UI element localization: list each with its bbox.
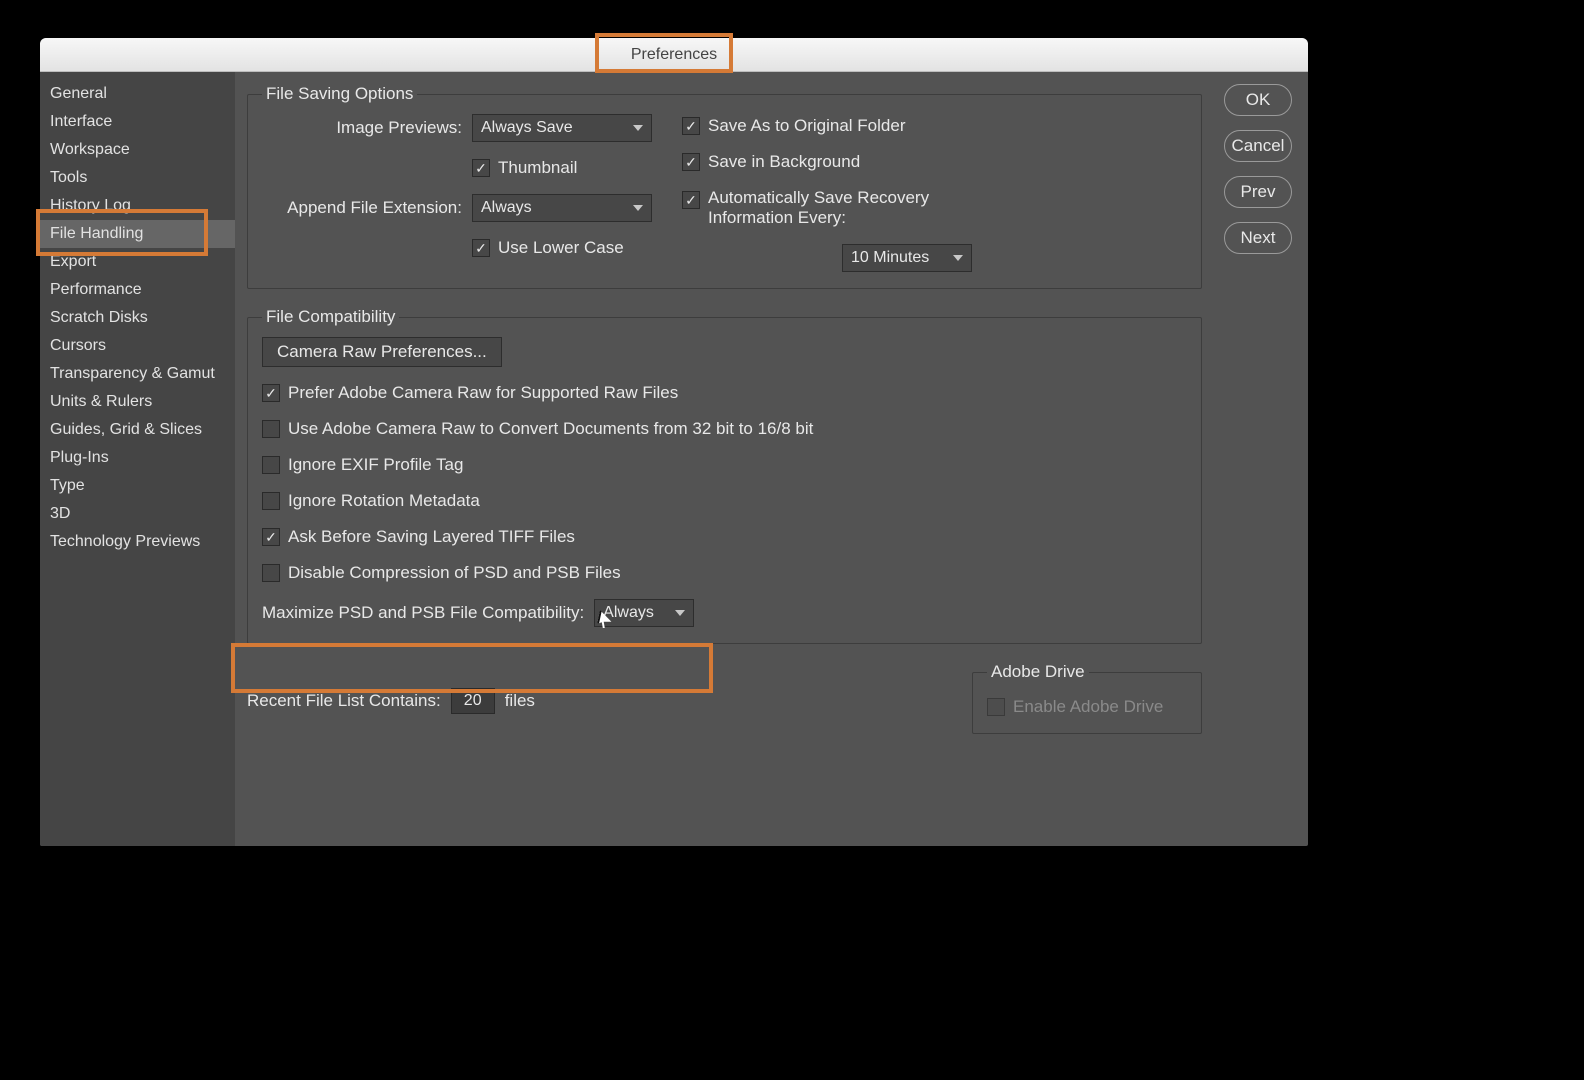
label-ignore-rotation: Ignore Rotation Metadata [288, 491, 480, 511]
cancel-button[interactable]: Cancel [1224, 130, 1292, 162]
camera-raw-prefs-button[interactable]: Camera Raw Preferences... [262, 337, 502, 367]
label-recent-files-suffix: files [505, 691, 535, 711]
check-icon [262, 456, 280, 474]
group-file-compatibility: File Compatibility Camera Raw Preference… [247, 307, 1202, 644]
group-file-saving: File Saving Options Image Previews: Alwa… [247, 84, 1202, 289]
check-icon [262, 528, 280, 546]
checkbox-enable-adobe-drive: Enable Adobe Drive [987, 697, 1163, 717]
check-icon [472, 239, 490, 257]
label-prefer-acr: Prefer Adobe Camera Raw for Supported Ra… [288, 383, 678, 403]
label-thumbnail: Thumbnail [498, 158, 577, 178]
sidebar-item-tools[interactable]: Tools [40, 164, 235, 192]
select-auto-save-interval[interactable]: 10 Minutes [842, 244, 972, 272]
sidebar-item-general[interactable]: General [40, 80, 235, 108]
checkbox-prefer-acr[interactable]: Prefer Adobe Camera Raw for Supported Ra… [262, 383, 1187, 403]
check-icon [682, 191, 700, 209]
sidebar-item-plugins[interactable]: Plug-Ins [40, 444, 235, 472]
sidebar-item-performance[interactable]: Performance [40, 276, 235, 304]
label-ask-tiff: Ask Before Saving Layered TIFF Files [288, 527, 575, 547]
sidebar-item-transparency[interactable]: Transparency & Gamut [40, 360, 235, 388]
legend-file-saving: File Saving Options [262, 84, 417, 104]
sidebar-item-history-log[interactable]: History Log [40, 192, 235, 220]
label-use-acr-32bit: Use Adobe Camera Raw to Convert Document… [288, 419, 813, 439]
checkbox-save-as-original[interactable]: Save As to Original Folder [682, 116, 1187, 136]
check-icon [262, 492, 280, 510]
sidebar-item-scratch-disks[interactable]: Scratch Disks [40, 304, 235, 332]
sidebar-item-export[interactable]: Export [40, 248, 235, 276]
checkbox-auto-save[interactable]: Automatically Save Recovery Information … [682, 188, 1187, 228]
label-ignore-exif: Ignore EXIF Profile Tag [288, 455, 463, 475]
label-image-previews: Image Previews: [262, 118, 462, 138]
sidebar-item-units-rulers[interactable]: Units & Rulers [40, 388, 235, 416]
check-icon [682, 117, 700, 135]
checkbox-disable-compression[interactable]: Disable Compression of PSD and PSB Files [262, 563, 1187, 583]
checkbox-ignore-rotation[interactable]: Ignore Rotation Metadata [262, 491, 1187, 511]
sidebar-item-workspace[interactable]: Workspace [40, 136, 235, 164]
label-save-as-original: Save As to Original Folder [708, 116, 905, 136]
label-use-lower-case: Use Lower Case [498, 238, 624, 258]
group-adobe-drive: Adobe Drive Enable Adobe Drive [972, 662, 1202, 734]
label-save-background: Save in Background [708, 152, 860, 172]
main-panel: File Saving Options Image Previews: Alwa… [235, 72, 1208, 846]
sidebar-item-file-handling[interactable]: File Handling [40, 220, 235, 248]
window-title: Preferences [631, 46, 717, 63]
ok-button[interactable]: OK [1224, 84, 1292, 116]
label-auto-save: Automatically Save Recovery Information … [708, 188, 968, 228]
sidebar-item-3d[interactable]: 3D [40, 500, 235, 528]
select-image-previews[interactable]: Always Save [472, 114, 652, 142]
checkbox-save-background[interactable]: Save in Background [682, 152, 1187, 172]
checkbox-ask-tiff[interactable]: Ask Before Saving Layered TIFF Files [262, 527, 1187, 547]
label-disable-compression: Disable Compression of PSD and PSB Files [288, 563, 621, 583]
select-maximize-compat[interactable]: Always [594, 599, 694, 627]
check-icon [987, 698, 1005, 716]
check-icon [262, 564, 280, 582]
checkbox-use-lower-case[interactable]: Use Lower Case [472, 238, 624, 258]
check-icon [262, 420, 280, 438]
sidebar-item-interface[interactable]: Interface [40, 108, 235, 136]
sidebar-item-cursors[interactable]: Cursors [40, 332, 235, 360]
sidebar-item-tech-previews[interactable]: Technology Previews [40, 528, 235, 556]
action-buttons: OK Cancel Prev Next [1208, 72, 1308, 846]
input-recent-files-count[interactable] [451, 688, 495, 714]
label-recent-files: Recent File List Contains: [247, 691, 441, 711]
prev-button[interactable]: Prev [1224, 176, 1292, 208]
label-maximize-compat: Maximize PSD and PSB File Compatibility: [262, 603, 584, 623]
preferences-window: Preferences General Interface Workspace … [40, 38, 1308, 846]
checkbox-use-acr-32bit[interactable]: Use Adobe Camera Raw to Convert Document… [262, 419, 1187, 439]
titlebar: Preferences [40, 38, 1308, 72]
check-icon [472, 159, 490, 177]
sidebar: General Interface Workspace Tools Histor… [40, 72, 235, 846]
checkbox-ignore-exif[interactable]: Ignore EXIF Profile Tag [262, 455, 1187, 475]
legend-adobe-drive: Adobe Drive [987, 662, 1089, 682]
checkbox-thumbnail[interactable]: Thumbnail [472, 158, 577, 178]
check-icon [682, 153, 700, 171]
select-append-ext[interactable]: Always [472, 194, 652, 222]
sidebar-item-guides-grid[interactable]: Guides, Grid & Slices [40, 416, 235, 444]
label-enable-adobe-drive: Enable Adobe Drive [1013, 697, 1163, 717]
sidebar-item-type[interactable]: Type [40, 472, 235, 500]
legend-file-compatibility: File Compatibility [262, 307, 399, 327]
check-icon [262, 384, 280, 402]
label-append-ext: Append File Extension: [262, 198, 462, 218]
next-button[interactable]: Next [1224, 222, 1292, 254]
